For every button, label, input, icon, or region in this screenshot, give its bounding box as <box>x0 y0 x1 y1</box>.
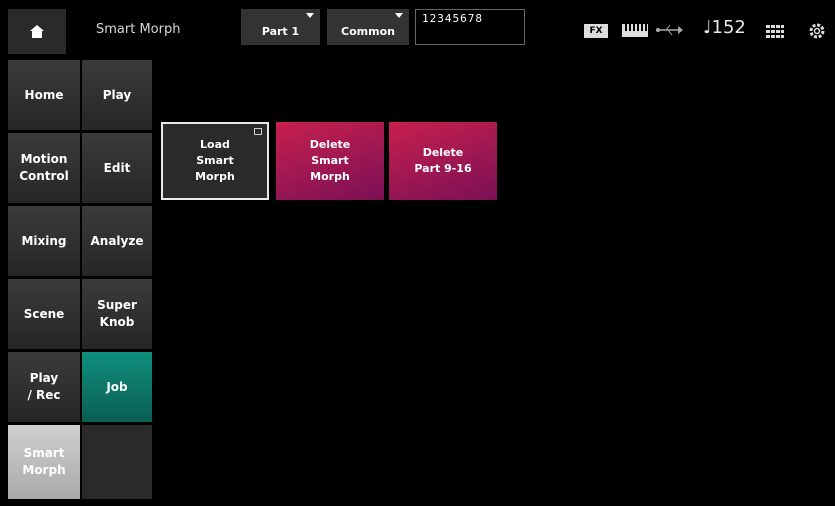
common-selector[interactable]: Common <box>327 9 409 45</box>
fx-badge: FX <box>584 24 608 38</box>
subtab-edit[interactable]: Edit <box>82 133 152 203</box>
home-icon <box>30 24 44 38</box>
tab-motion-control[interactable]: Motion Control <box>8 133 80 203</box>
dropdown-arrow-icon <box>395 13 403 18</box>
part-indicator[interactable]: 12345678 <box>415 9 525 45</box>
tab-smart-morph[interactable]: Smart Morph <box>8 425 80 499</box>
part-selector[interactable]: Part 1 <box>241 9 320 45</box>
keyboard-icon <box>622 24 648 37</box>
usb-icon <box>656 24 683 36</box>
popup-indicator-icon <box>254 128 262 135</box>
delete-smart-morph-button[interactable]: Delete Smart Morph <box>276 122 384 200</box>
tab-play-rec[interactable]: Play / Rec <box>8 352 80 422</box>
tab-scene[interactable]: Scene <box>8 279 80 349</box>
part-selector-label: Part 1 <box>261 24 300 38</box>
screen-title: Smart Morph <box>96 22 181 37</box>
common-selector-label: Common <box>341 24 395 38</box>
subtab-job[interactable]: Job <box>82 352 152 422</box>
tab-mixing[interactable]: Mixing <box>8 206 80 276</box>
delete-part-9-16-button[interactable]: Delete Part 9-16 <box>389 122 497 200</box>
tempo-display[interactable]: ♩152 <box>703 17 746 38</box>
tab-home[interactable]: Home <box>8 60 80 130</box>
top-bar: Smart Morph Part 1 Common 12345678 FX ♩1… <box>0 0 835 54</box>
subtab-play[interactable]: Play <box>82 60 152 130</box>
load-smart-morph-button[interactable]: Load Smart Morph <box>161 122 269 200</box>
gear-icon[interactable] <box>808 22 826 40</box>
grid-icon[interactable] <box>766 25 784 39</box>
dropdown-arrow-icon <box>306 13 314 18</box>
home-button[interactable] <box>8 9 66 54</box>
main-category-tabs: Home Motion Control Mixing Scene Play / … <box>8 60 80 502</box>
sub-category-tabs: Play Edit Analyze Super Knob Job <box>82 60 152 502</box>
subtab-super-knob[interactable]: Super Knob <box>82 279 152 349</box>
load-smart-morph-label: Load Smart Morph <box>195 138 235 183</box>
subtab-empty <box>82 425 152 499</box>
subtab-analyze[interactable]: Analyze <box>82 206 152 276</box>
